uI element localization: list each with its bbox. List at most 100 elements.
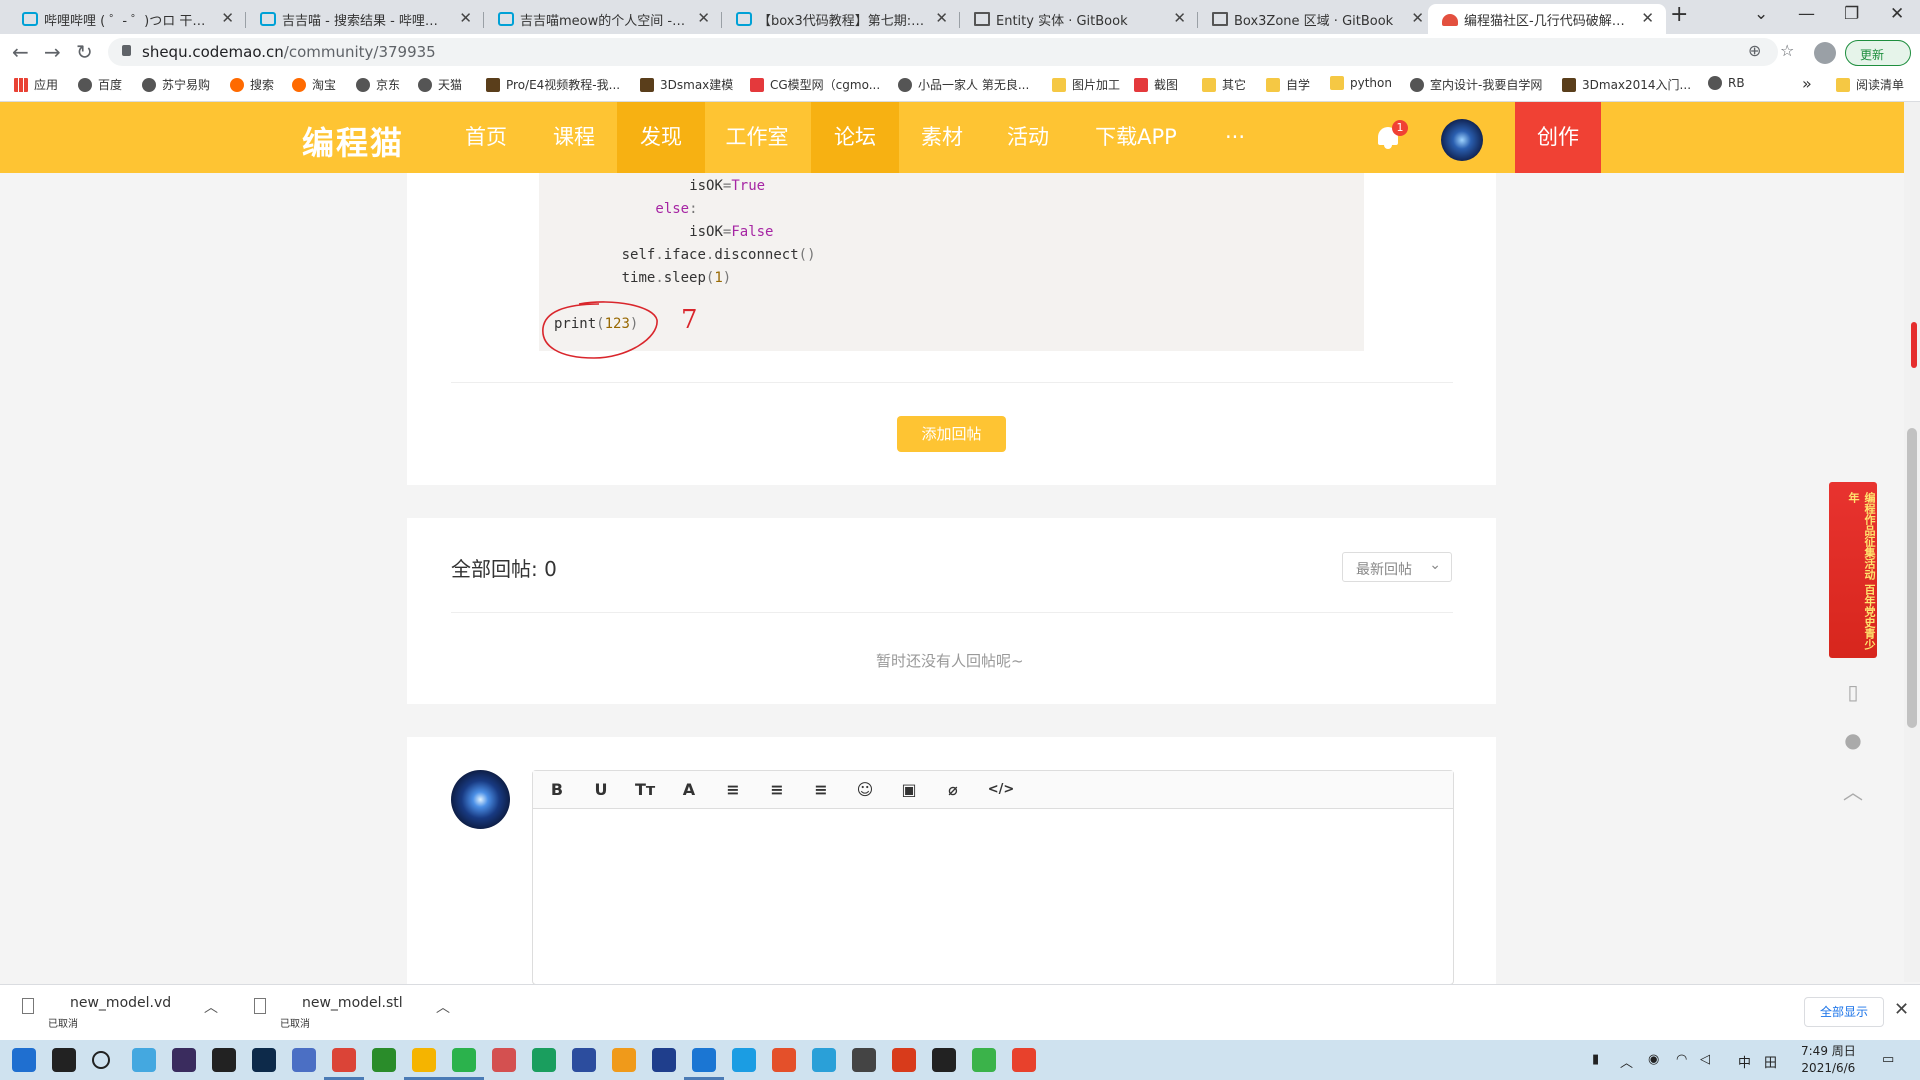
- widgets-icon[interactable]: [132, 1048, 156, 1072]
- bookmark-item[interactable]: 淘宝: [292, 76, 336, 93]
- bookmark-item[interactable]: CG模型网（cgmo...: [750, 76, 880, 93]
- nav-item[interactable]: ···: [1200, 102, 1270, 173]
- bookmark-item[interactable]: python: [1330, 76, 1392, 90]
- site-logo[interactable]: 编程猫: [302, 118, 404, 164]
- update-button[interactable]: 更新: [1845, 40, 1911, 66]
- forward-icon[interactable]: →: [44, 40, 61, 64]
- close-window-button[interactable]: ✕: [1890, 4, 1904, 24]
- terminal-icon[interactable]: [932, 1048, 956, 1072]
- create-button[interactable]: 创作: [1515, 102, 1601, 173]
- browser-tab[interactable]: 哔哩哔哩 ( ゜- ゜)つロ 干杯~-bili ✕: [8, 4, 246, 34]
- sort-select[interactable]: 最新回帖 ⌄: [1342, 552, 1452, 582]
- bookmark-item[interactable]: 室内设计-我要自学网: [1410, 76, 1542, 93]
- align-center-icon[interactable]: ≡: [767, 780, 787, 800]
- nav-item[interactable]: 活动: [985, 102, 1071, 173]
- app-icon[interactable]: [372, 1048, 396, 1072]
- tab-close-icon[interactable]: ✕: [1641, 9, 1654, 27]
- folder-icon[interactable]: [412, 1048, 436, 1072]
- edge-icon[interactable]: [692, 1048, 716, 1072]
- app-icon[interactable]: [292, 1048, 316, 1072]
- search-icon[interactable]: [92, 1051, 110, 1069]
- ime-indicator[interactable]: 中: [1738, 1052, 1751, 1071]
- emoji-icon[interactable]: ☺: [855, 780, 875, 800]
- attachment-icon[interactable]: ⌀: [943, 780, 963, 800]
- battery-icon[interactable]: ▮: [1592, 1052, 1599, 1067]
- app-icon[interactable]: [212, 1048, 236, 1072]
- bookmark-item[interactable]: 自学: [1266, 76, 1310, 93]
- bookmark-item[interactable]: 小品一家人 第无良...: [898, 76, 1029, 93]
- tab-close-icon[interactable]: ✕: [221, 9, 234, 27]
- photoshop-icon[interactable]: [252, 1048, 276, 1072]
- profile-icon[interactable]: [1814, 42, 1836, 64]
- promo-banner[interactable]: 编程作品征集活动 百年党史青少年: [1829, 482, 1877, 658]
- font-color-icon[interactable]: A: [679, 780, 699, 800]
- back-to-top-icon[interactable]: ︿: [1839, 776, 1867, 804]
- nav-item[interactable]: 下载APP: [1071, 102, 1201, 173]
- browser-tab[interactable]: 【box3代码教程】第七期: 如何 ✕: [722, 4, 960, 34]
- underline-icon[interactable]: U: [591, 780, 611, 800]
- reply-editor[interactable]: B U Tт A ≡ ≡ ≡ ☺ ▣ ⌀ </>: [532, 770, 1454, 985]
- bookmark-item[interactable]: Pro/E4视频教程-我...: [486, 76, 620, 93]
- app-icon[interactable]: [732, 1048, 756, 1072]
- bookmark-item[interactable]: 3Dsmax建模: [640, 76, 733, 93]
- bookmark-item[interactable]: 截图: [1134, 76, 1178, 93]
- user-avatar[interactable]: [1441, 119, 1483, 161]
- page-scrollbar[interactable]: [1904, 102, 1920, 982]
- app-icon[interactable]: [172, 1048, 196, 1072]
- bookmark-item[interactable]: 3Dmax2014入门...: [1562, 76, 1691, 93]
- notification-center-icon[interactable]: ▭: [1882, 1052, 1894, 1067]
- address-bar[interactable]: shequ.codemao.cn/community/379935 ⊕ ☆: [108, 38, 1794, 66]
- taskbar-clock[interactable]: 7:49 周日 2021/6/6: [1801, 1043, 1856, 1077]
- nav-item[interactable]: 工作室: [703, 102, 811, 173]
- chevron-up-icon[interactable]: ︿: [204, 997, 218, 1017]
- close-icon[interactable]: ✕: [1894, 999, 1909, 1020]
- bold-icon[interactable]: B: [547, 780, 567, 800]
- back-icon[interactable]: ←: [12, 40, 29, 64]
- wifi-icon[interactable]: ◠: [1676, 1052, 1687, 1067]
- tab-close-icon[interactable]: ✕: [697, 9, 710, 27]
- windows-start-icon[interactable]: [12, 1048, 36, 1072]
- app-icon[interactable]: [812, 1048, 836, 1072]
- app-icon[interactable]: [1012, 1048, 1036, 1072]
- tab-close-icon[interactable]: ✕: [1173, 9, 1186, 27]
- nav-item[interactable]: 论坛: [811, 102, 899, 173]
- app-icon[interactable]: [652, 1048, 676, 1072]
- tab-close-icon[interactable]: ✕: [1411, 9, 1424, 27]
- pycharm-icon[interactable]: [852, 1048, 876, 1072]
- nav-item[interactable]: 首页: [448, 102, 524, 173]
- app-icon[interactable]: [532, 1048, 556, 1072]
- new-tab-button[interactable]: +: [1670, 2, 1688, 27]
- nav-item[interactable]: 素材: [899, 102, 985, 173]
- add-reply-button[interactable]: 添加回帖: [897, 416, 1006, 452]
- office-icon[interactable]: [772, 1048, 796, 1072]
- volume-icon[interactable]: ◁: [1700, 1052, 1710, 1067]
- qq-icon[interactable]: ●: [1839, 728, 1867, 756]
- bookmark-item[interactable]: RB: [1708, 76, 1745, 90]
- restore-button[interactable]: ❐: [1844, 4, 1859, 24]
- show-all-button[interactable]: 全部显示: [1804, 997, 1884, 1027]
- download-item[interactable]: new_model.stl 已取消 ︿: [254, 993, 484, 1033]
- chevron-up-icon[interactable]: ︿: [436, 997, 450, 1017]
- browser-tab[interactable]: 吉吉喵meow的个人空间 - 哔哩 ✕: [484, 4, 722, 34]
- align-right-icon[interactable]: ≡: [811, 780, 831, 800]
- bookmark-item[interactable]: 苏宁易购: [142, 76, 210, 93]
- app-icon[interactable]: [972, 1048, 996, 1072]
- align-left-icon[interactable]: ≡: [723, 780, 743, 800]
- wechat-icon[interactable]: [452, 1048, 476, 1072]
- app-icon[interactable]: [52, 1048, 76, 1072]
- app-icon[interactable]: [492, 1048, 516, 1072]
- bookmark-item[interactable]: 图片加工: [1052, 76, 1120, 93]
- bookmark-item[interactable]: 天猫: [418, 76, 462, 93]
- app-icon[interactable]: [612, 1048, 636, 1072]
- keyboard-layout-indicator[interactable]: 田: [1764, 1052, 1777, 1071]
- bookmark-item[interactable]: 应用: [14, 76, 58, 93]
- tab-close-icon[interactable]: ✕: [459, 9, 472, 27]
- bookmark-item[interactable]: 百度: [78, 76, 122, 93]
- zoom-icon[interactable]: ⊕: [1748, 41, 1761, 60]
- nav-item[interactable]: 发现: [617, 102, 705, 173]
- minimize-button[interactable]: —: [1798, 4, 1815, 24]
- star-icon[interactable]: ☆: [1780, 41, 1794, 60]
- tab-search-icon[interactable]: ⌄: [1754, 4, 1768, 24]
- app-icon[interactable]: [572, 1048, 596, 1072]
- tab-close-icon[interactable]: ✕: [935, 9, 948, 27]
